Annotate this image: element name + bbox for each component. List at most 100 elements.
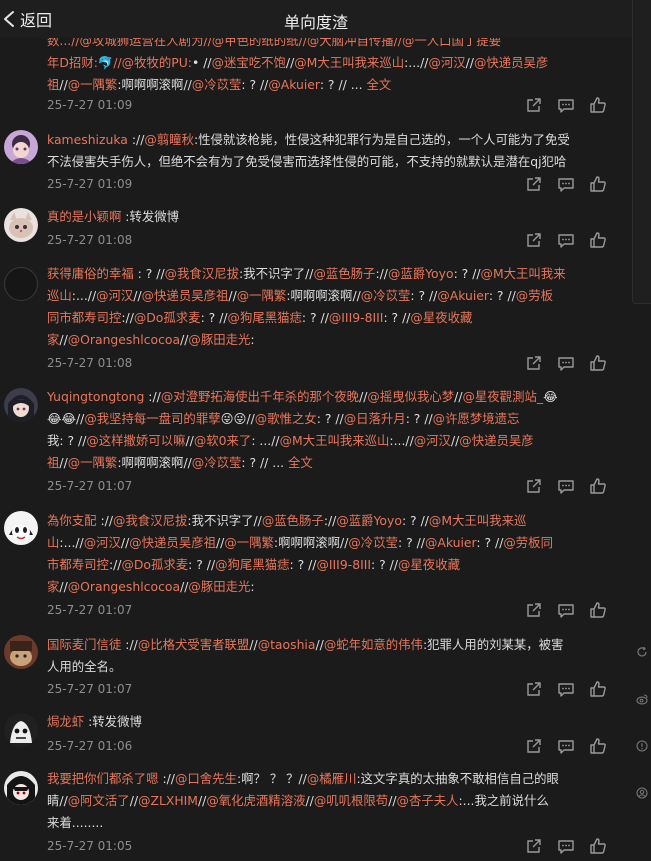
- mention-link[interactable]: @冷苡莹: [361, 288, 411, 303]
- thumbs-up-icon[interactable]: [589, 601, 607, 619]
- mention-link[interactable]: @快递员吴彦: [474, 55, 548, 70]
- mention-link[interactable]: 祖: [47, 77, 59, 92]
- mention-link[interactable]: @一隅繁: [68, 455, 118, 470]
- share-icon[interactable]: [525, 601, 543, 619]
- share-icon[interactable]: [525, 231, 543, 249]
- mention-link[interactable]: 山: [47, 535, 59, 550]
- comment-username[interactable]: 我要把你们都杀了嗯: [47, 771, 159, 786]
- share-icon[interactable]: [525, 680, 543, 698]
- avatar[interactable]: [4, 388, 38, 422]
- share-icon[interactable]: [525, 477, 543, 495]
- mention-link[interactable]: @歌惟之女: [255, 411, 317, 426]
- mention-link[interactable]: @星夜觀測站_: [463, 389, 544, 404]
- mention-link[interactable]: @我坚持每一盘司的罪孽: [84, 411, 220, 426]
- info-icon[interactable]: [632, 740, 651, 758]
- mention-link[interactable]: @我食汉尼拔: [113, 513, 187, 528]
- comment-icon[interactable]: [557, 737, 575, 755]
- mention-link[interactable]: @蓝爵Yoyo: [388, 266, 454, 281]
- avatar[interactable]: [4, 713, 38, 747]
- comment-icon[interactable]: [557, 837, 575, 855]
- mention-link[interactable]: @杏子夫人: [397, 793, 459, 808]
- mention-link[interactable]: 市都寿司控: [47, 557, 109, 572]
- share-icon[interactable]: [525, 837, 543, 855]
- comment-username[interactable]: 為你支配: [47, 513, 97, 528]
- mention-link[interactable]: 巡山: [47, 288, 72, 303]
- mention-link[interactable]: @Do孤求麦: [134, 310, 201, 325]
- share-icon[interactable]: [525, 96, 543, 114]
- mention-link[interactable]: @快递员吴彦: [459, 433, 533, 448]
- mention-link[interactable]: @软0来了: [194, 433, 251, 448]
- comment-icon[interactable]: [557, 175, 575, 193]
- comment-icon[interactable]: [557, 354, 575, 372]
- comment-username[interactable]: 国际麦门信徒: [47, 637, 121, 652]
- share-icon[interactable]: [525, 354, 543, 372]
- comment-icon[interactable]: [557, 680, 575, 698]
- avatar[interactable]: [4, 511, 38, 545]
- comment-username[interactable]: kameshizuka: [47, 132, 128, 147]
- mention-link[interactable]: 年D招财:: [47, 55, 98, 70]
- mention-link[interactable]: @一隅繁: [237, 288, 287, 303]
- mention-link[interactable]: @对澄野拓海使出千年杀的那个夜晚: [161, 389, 359, 404]
- comment-username[interactable]: Yuqingtongtong: [47, 389, 144, 404]
- mention-link[interactable]: @口舍先生: [175, 771, 237, 786]
- mention-link[interactable]: @劳板: [516, 288, 553, 303]
- mention-link[interactable]: @Orangeshlcocoa: [68, 332, 180, 347]
- thumbs-up-icon[interactable]: [589, 737, 607, 755]
- mention-link[interactable]: @Do孤求麦: [121, 557, 188, 572]
- mention-link[interactable]: @III9-8III: [329, 310, 384, 325]
- thumbs-up-icon[interactable]: [589, 477, 607, 495]
- mention-link[interactable]: @III9-8III: [316, 557, 371, 572]
- mention-link[interactable]: @M大王叫我来: [481, 266, 566, 281]
- thumbs-up-icon[interactable]: [589, 231, 607, 249]
- avatar[interactable]: [4, 208, 38, 242]
- mention-link[interactable]: @Akuier: [437, 288, 488, 303]
- mention-link[interactable]: 家: [47, 579, 59, 594]
- avatar[interactable]: [4, 635, 38, 669]
- mention-link[interactable]: @河汉: [428, 55, 465, 70]
- mention-link[interactable]: @氧化虎酒精溶液: [206, 793, 305, 808]
- share-icon[interactable]: [525, 737, 543, 755]
- comment-icon[interactable]: [557, 96, 575, 114]
- share-icon[interactable]: [525, 175, 543, 193]
- comment-icon[interactable]: [557, 601, 575, 619]
- mention-link[interactable]: @蓝爵Yoyo: [336, 513, 402, 528]
- mention-link[interactable]: @阿文活了: [68, 793, 130, 808]
- comment-icon[interactable]: [557, 477, 575, 495]
- mention-link[interactable]: @M大王叫我来巡山: [294, 55, 404, 70]
- avatar[interactable]: [4, 130, 38, 164]
- thumbs-up-icon[interactable]: [589, 96, 607, 114]
- expand-full-text-link[interactable]: 全文: [288, 455, 313, 470]
- mention-link[interactable]: @冷苡莹: [192, 77, 242, 92]
- thumbs-up-icon[interactable]: [589, 837, 607, 855]
- mention-link[interactable]: @taoshia: [258, 637, 316, 652]
- mention-link[interactable]: @蓝色肠子: [313, 266, 375, 281]
- comment-username[interactable]: 获得庸俗的幸福: [47, 266, 134, 281]
- avatar[interactable]: [4, 771, 38, 805]
- mention-link[interactable]: @狗尾黑猫痣: [215, 557, 289, 572]
- mention-link[interactable]: @星夜收藏: [398, 557, 460, 572]
- mention-link[interactable]: @M大王叫我来巡山: [280, 433, 390, 448]
- mention-link[interactable]: @星夜收藏: [410, 310, 472, 325]
- mention-link[interactable]: @摇曳似我心梦: [367, 389, 454, 404]
- mention-link[interactable]: @ZLXHIM: [138, 793, 198, 808]
- mention-link[interactable]: 家: [47, 332, 59, 347]
- mention-link[interactable]: //@牧牧的PU:: [113, 55, 192, 70]
- mention-link[interactable]: @这样撒娇可以嘛: [86, 433, 185, 448]
- mention-link[interactable]: @许愿梦境遗忘: [433, 411, 520, 426]
- mention-link[interactable]: @河汉: [84, 535, 121, 550]
- mention-link[interactable]: @蓝色肠子: [262, 513, 324, 528]
- comment-icon[interactable]: [557, 231, 575, 249]
- thumbs-up-icon[interactable]: [589, 354, 607, 372]
- avatar[interactable]: [4, 267, 38, 301]
- comment-username[interactable]: 真的是小颖啊: [47, 209, 121, 224]
- mention-link[interactable]: @比格犬受害者联盟: [138, 637, 250, 652]
- mention-link[interactable]: @豚田走光: [188, 579, 250, 594]
- mention-link[interactable]: @迷宝吃不饱: [212, 55, 286, 70]
- mention-link[interactable]: @快递员吴彦祖: [129, 535, 216, 550]
- mention-link[interactable]: @劳板同: [503, 535, 553, 550]
- mention-link[interactable]: @Orangeshlcocoa: [68, 579, 180, 594]
- mention-link[interactable]: @我食汉尼拔: [165, 266, 239, 281]
- mention-link[interactable]: @M大王叫我来巡: [429, 513, 526, 528]
- mention-link[interactable]: @一隅繁: [68, 77, 118, 92]
- weibo-icon[interactable]: [632, 693, 651, 711]
